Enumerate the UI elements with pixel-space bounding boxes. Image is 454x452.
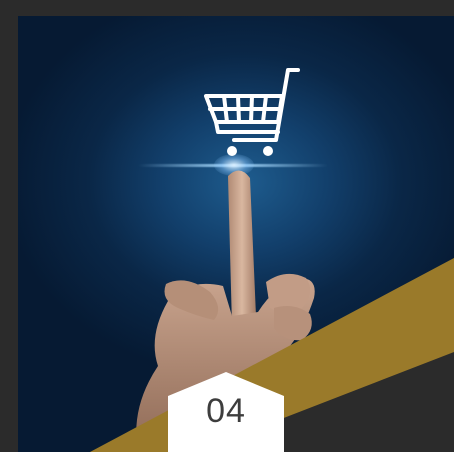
step-number: 04	[206, 392, 246, 430]
card-frame: 04	[0, 0, 454, 452]
